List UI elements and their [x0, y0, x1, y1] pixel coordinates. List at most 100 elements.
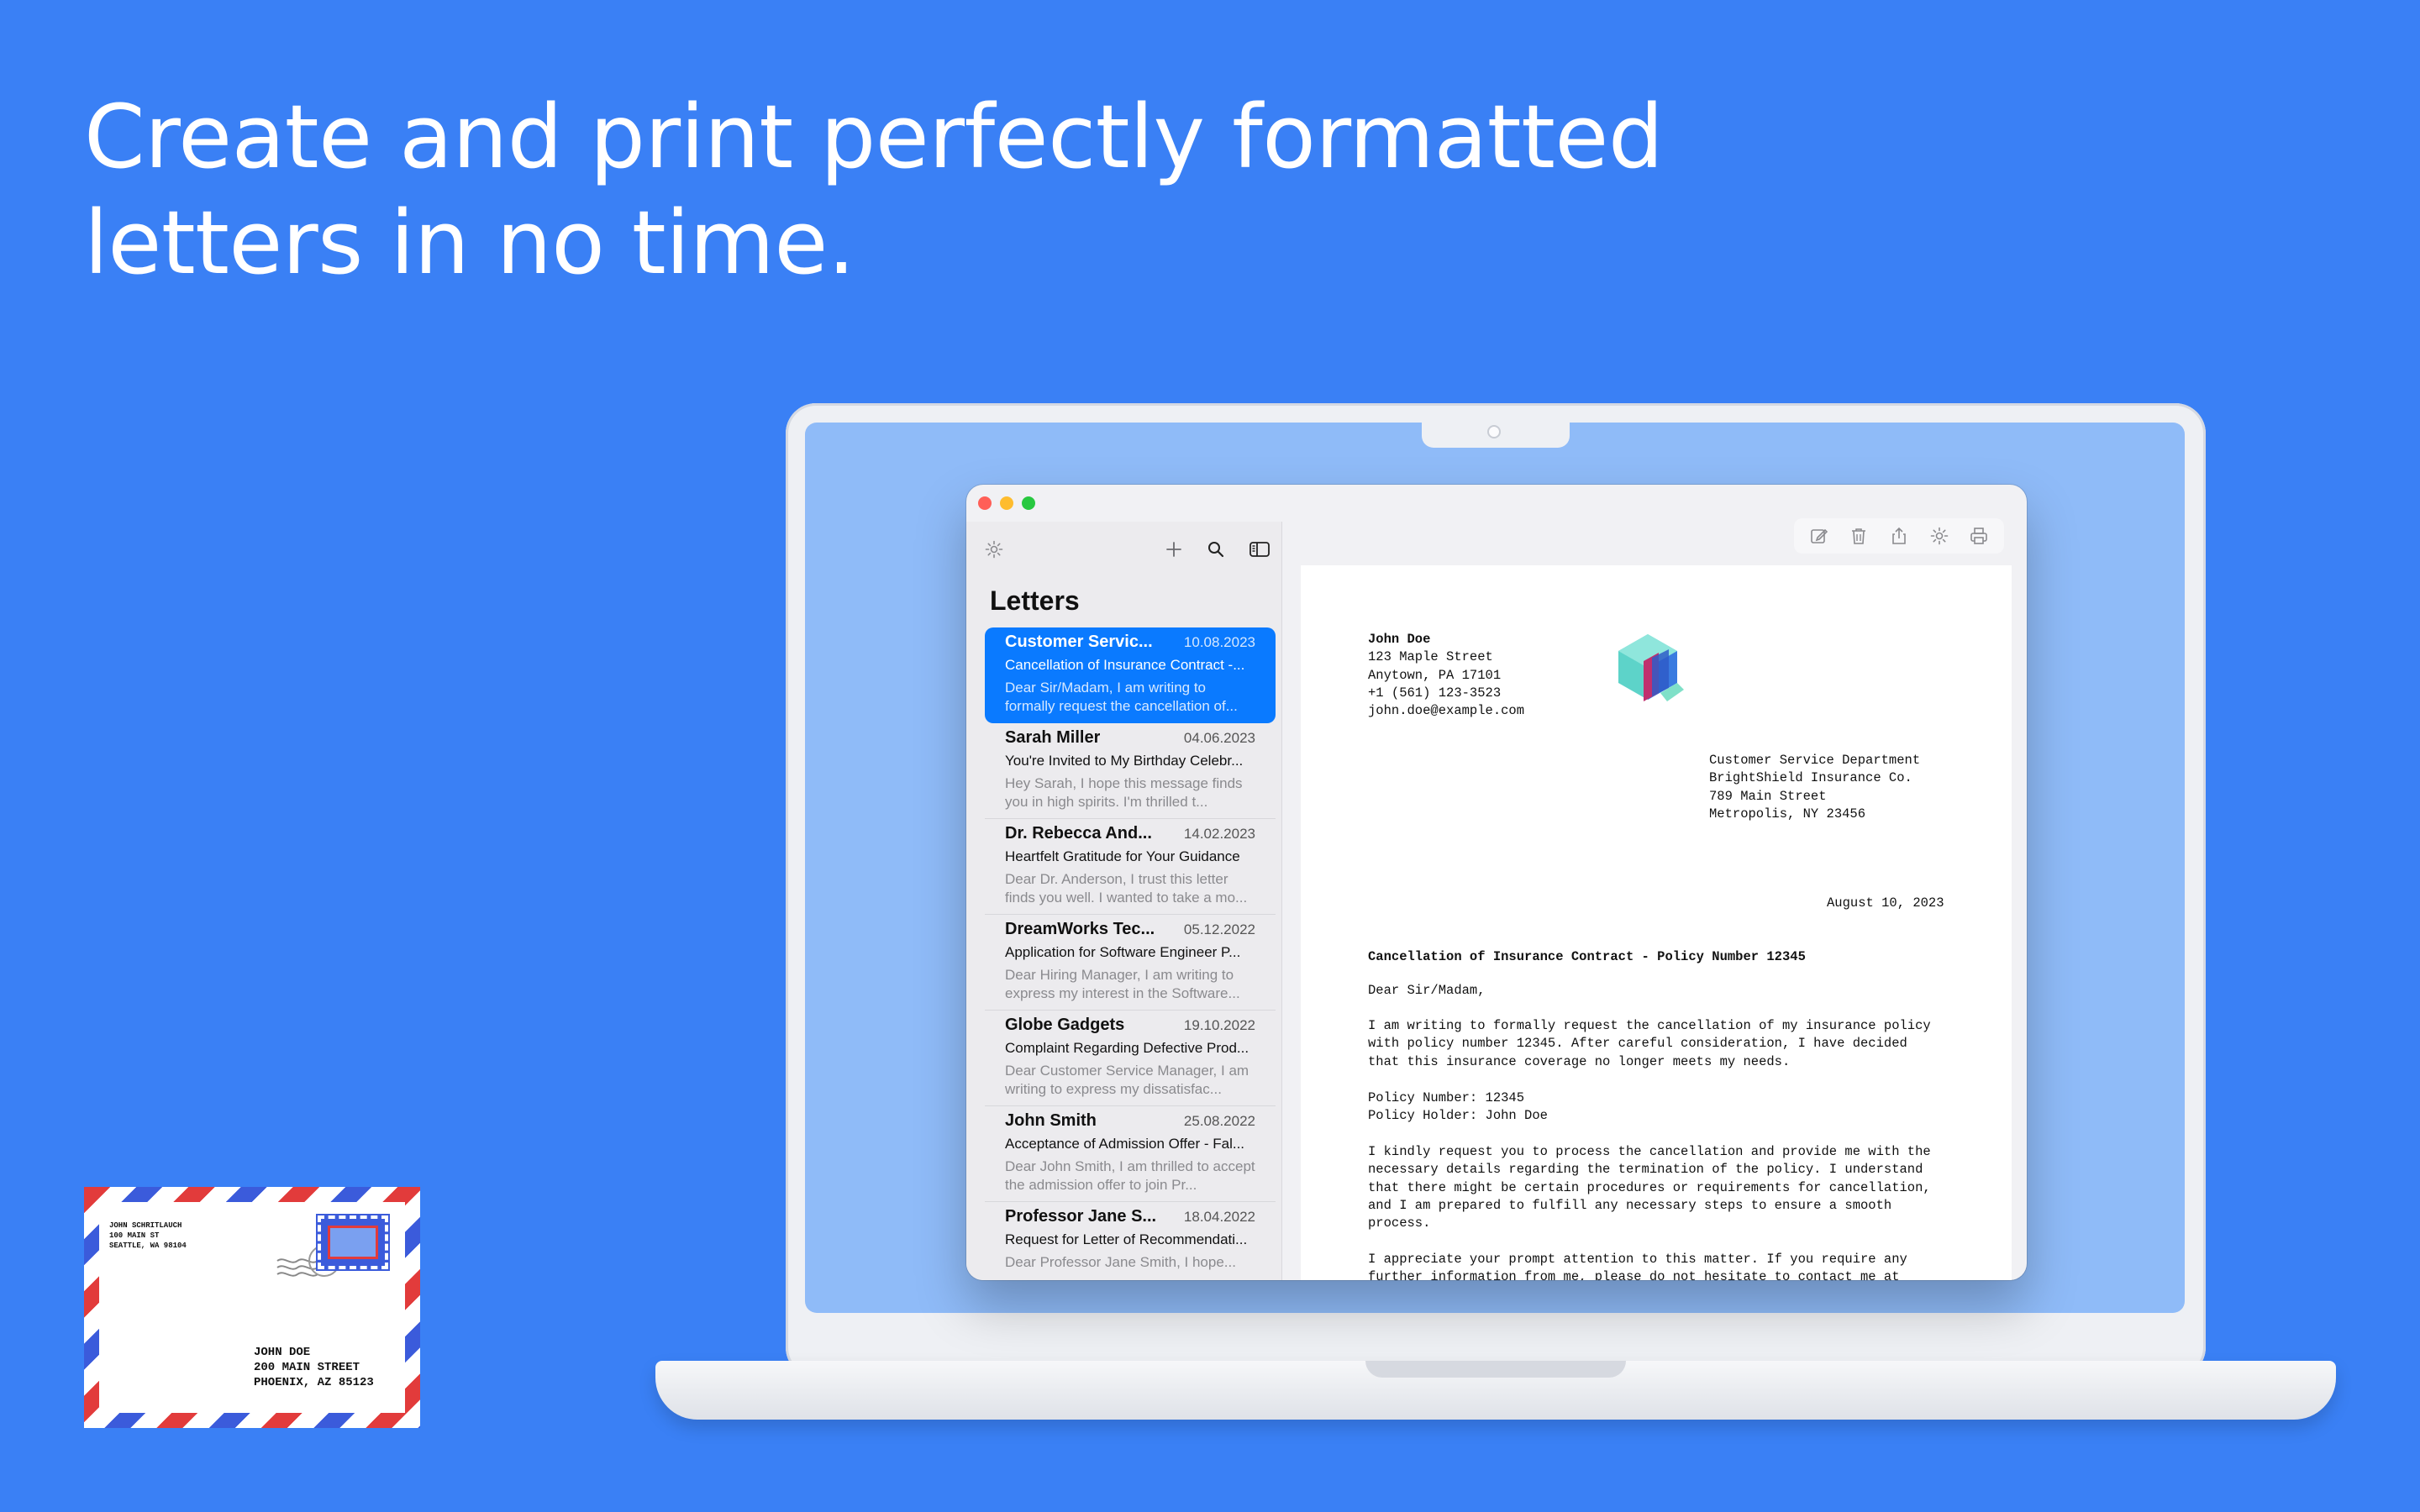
sender-email: john.doe@example.com [1368, 703, 1525, 719]
letter-list: Customer Servic... 10.08.2023 Cancellation… [985, 627, 1276, 1280]
airmail-envelope: JOHN SCHRITLAUCH 100 MAIN ST SEATTLE, WA… [84, 1187, 420, 1428]
share-icon[interactable] [1886, 523, 1912, 549]
letter-list-item[interactable]: Customer Servic... 10.08.2023 Cancellation… [985, 627, 1276, 723]
letter-recipient: Customer Servic... [1005, 633, 1153, 651]
paragraph-line: that this insurance coverage no longer m… [1368, 1053, 1791, 1069]
gear-icon[interactable] [981, 537, 1007, 562]
letter-recipient: Sarah Miller [1005, 728, 1101, 747]
letter-subject: Cancellation of Insurance Contract -... [1005, 657, 1245, 673]
policy-holder: Policy Holder: John Doe [1368, 1108, 1548, 1124]
headline-line-1: Create and print perfectly formatted [84, 86, 1664, 188]
letter-recipient: Globe Gadgets [1005, 1016, 1125, 1034]
letter-item-header: Sarah Miller 04.06.2023 [1005, 728, 1255, 748]
zoom-window-button[interactable] [1022, 496, 1035, 510]
sidebar: Letters Customer Servic... 10.08.2023 Canc… [966, 522, 1282, 1280]
paragraph-line: I kindly request you to process the canc… [1368, 1144, 1931, 1159]
letter-subject: Request for Letter of Recommendati... [1005, 1231, 1248, 1247]
envelope-recipient-line: JOHN DOE [254, 1346, 311, 1359]
paragraph-line: with policy number 12345. After careful … [1368, 1036, 1907, 1052]
sidebar-title: Letters [990, 585, 1080, 616]
letter-preview: Dear Professor Jane Smith, I hope... [1005, 1254, 1236, 1270]
letter-list-item[interactable]: Dr. Rebecca And... 14.02.2023 Heartfelt Gr… [985, 819, 1276, 915]
paragraph-3: I appreciate your prompt attention to th… [1368, 1251, 1907, 1280]
letter-document[interactable]: John Doe 123 Maple Street Anytown, PA 17… [1301, 565, 2012, 1280]
paragraph-line: and I am prepared to fulfill any necessa… [1368, 1197, 1892, 1213]
paragraph-2: I kindly request you to process the canc… [1368, 1143, 1931, 1232]
policy-number: Policy Number: 12345 [1368, 1090, 1525, 1105]
letter-recipient: John Smith [1005, 1111, 1097, 1130]
plus-icon[interactable] [1161, 537, 1186, 562]
letter-date: 18.04.2022 [1183, 1209, 1255, 1225]
policy-details: Policy Number: 12345 Policy Holder: John… [1368, 1089, 1548, 1126]
envelope-sender-line: SEATTLE, WA 98104 [109, 1242, 187, 1250]
sender-name: John Doe [1368, 632, 1431, 647]
letter-subject: Cancellation of Insurance Contract - Pol… [1368, 949, 1806, 964]
letter-preview: Dear Sir/Madam, I am writing to formally… [1005, 680, 1238, 714]
trash-icon[interactable] [1846, 523, 1871, 549]
gear-icon[interactable] [1927, 523, 1952, 549]
envelope-sender-line: 100 MAIN ST [109, 1231, 160, 1240]
print-icon[interactable] [1966, 523, 1991, 549]
letter-item-header: DreamWorks Tec... 05.12.2022 [1005, 920, 1255, 939]
letter-item-header: John Smith 25.08.2022 [1005, 1111, 1255, 1131]
letter-date: 14.02.2023 [1183, 826, 1255, 842]
paragraph-1: I am writing to formally request the can… [1368, 1017, 1931, 1071]
letter-subject: Acceptance of Admission Offer - Fal... [1005, 1136, 1245, 1152]
paragraph-line: I appreciate your prompt attention to th… [1368, 1252, 1907, 1267]
envelope-sender: JOHN SCHRITLAUCH 100 MAIN ST SEATTLE, WA… [109, 1221, 187, 1251]
sender-city: Anytown, PA 17101 [1368, 667, 1502, 683]
recipient-address: Customer Service Department BrightShield… [1709, 752, 1920, 823]
envelope-sender-line: JOHN SCHRITLAUCH [109, 1221, 182, 1230]
sidebar-toggle-icon[interactable] [1247, 537, 1272, 562]
letter-preview: Dear Dr. Anderson, I trust this letter f… [1005, 871, 1248, 906]
letter-subject: Complaint Regarding Defective Prod... [1005, 1040, 1249, 1056]
headline: Create and print perfectly formatted let… [84, 84, 1681, 296]
letter-subject: Application for Software Engineer P... [1005, 944, 1241, 960]
sender-address: John Doe 123 Maple Street Anytown, PA 17… [1368, 631, 1524, 720]
letter-date: August 10, 2023 [1827, 895, 1944, 911]
letter-subject: You're Invited to My Birthday Celebr... [1005, 753, 1244, 769]
letter-list-item[interactable]: Sarah Miller 04.06.2023 You're Invited to … [985, 723, 1276, 819]
letter-preview: Dear Customer Service Manager, I am writ… [1005, 1063, 1249, 1097]
letter-list-item[interactable]: Professor Jane S... 18.04.2022 Request for… [985, 1202, 1276, 1280]
letter-item-header: Dr. Rebecca And... 14.02.2023 [1005, 824, 1255, 843]
recipient-line-1: Customer Service Department [1709, 753, 1921, 768]
letter-preview: Dear Hiring Manager, I am writing to exp… [1005, 967, 1240, 1001]
headline-line-2: letters in no time. [84, 192, 855, 294]
letter-list-item[interactable]: John Smith 25.08.2022 Acceptance of Admiss… [985, 1106, 1276, 1202]
paragraph-line: I am writing to formally request the can… [1368, 1018, 1931, 1033]
letter-list-item[interactable]: DreamWorks Tec... 05.12.2022 Application f… [985, 915, 1276, 1011]
letter-preview: Dear John Smith, I am thrilled to accept… [1005, 1158, 1255, 1193]
sender-street: 123 Maple Street [1368, 649, 1493, 665]
envelope-recipient-line: PHOENIX, AZ 85123 [254, 1376, 374, 1389]
paragraph-line: further information from me, please do n… [1368, 1269, 1900, 1280]
paragraph-line: that there might be certain procedures o… [1368, 1179, 1931, 1195]
minimize-window-button[interactable] [1000, 496, 1013, 510]
letter-salutation: Dear Sir/Madam, [1368, 983, 1486, 998]
letter-item-header: Professor Jane S... 18.04.2022 [1005, 1207, 1255, 1226]
paragraph-line: process. [1368, 1215, 1431, 1231]
stamp-picture [328, 1226, 378, 1259]
close-window-button[interactable] [978, 496, 992, 510]
letter-list-item[interactable]: Globe Gadgets 19.10.2022 Complaint Regardi… [985, 1011, 1276, 1106]
letter-item-header: Customer Servic... 10.08.2023 [1005, 633, 1255, 652]
recipient-line-4: Metropolis, NY 23456 [1709, 806, 1866, 822]
letter-date: 04.06.2023 [1183, 730, 1255, 746]
letter-date: 19.10.2022 [1183, 1017, 1255, 1033]
company-logo [1618, 634, 1684, 701]
envelope-recipient-line: 200 MAIN STREET [254, 1361, 360, 1374]
compose-icon[interactable] [1807, 523, 1832, 549]
app-window: Letters Customer Servic... 10.08.2023 Canc… [966, 485, 2027, 1280]
letter-recipient: Dr. Rebecca And... [1005, 824, 1152, 843]
search-icon[interactable] [1203, 537, 1228, 562]
stamp-icon [316, 1214, 390, 1271]
envelope-recipient: JOHN DOE 200 MAIN STREET PHOENIX, AZ 851… [254, 1345, 374, 1390]
letter-date: 25.08.2022 [1183, 1113, 1255, 1129]
sender-phone: +1 (561) 123-3523 [1368, 685, 1502, 701]
letter-item-header: Globe Gadgets 19.10.2022 [1005, 1016, 1255, 1035]
letter-subject: Heartfelt Gratitude for Your Guidance [1005, 848, 1240, 864]
letter-date: 10.08.2023 [1183, 634, 1255, 650]
letter-recipient: Professor Jane S... [1005, 1207, 1157, 1226]
letter-date: 05.12.2022 [1183, 921, 1255, 937]
toolbar [1794, 518, 2004, 554]
